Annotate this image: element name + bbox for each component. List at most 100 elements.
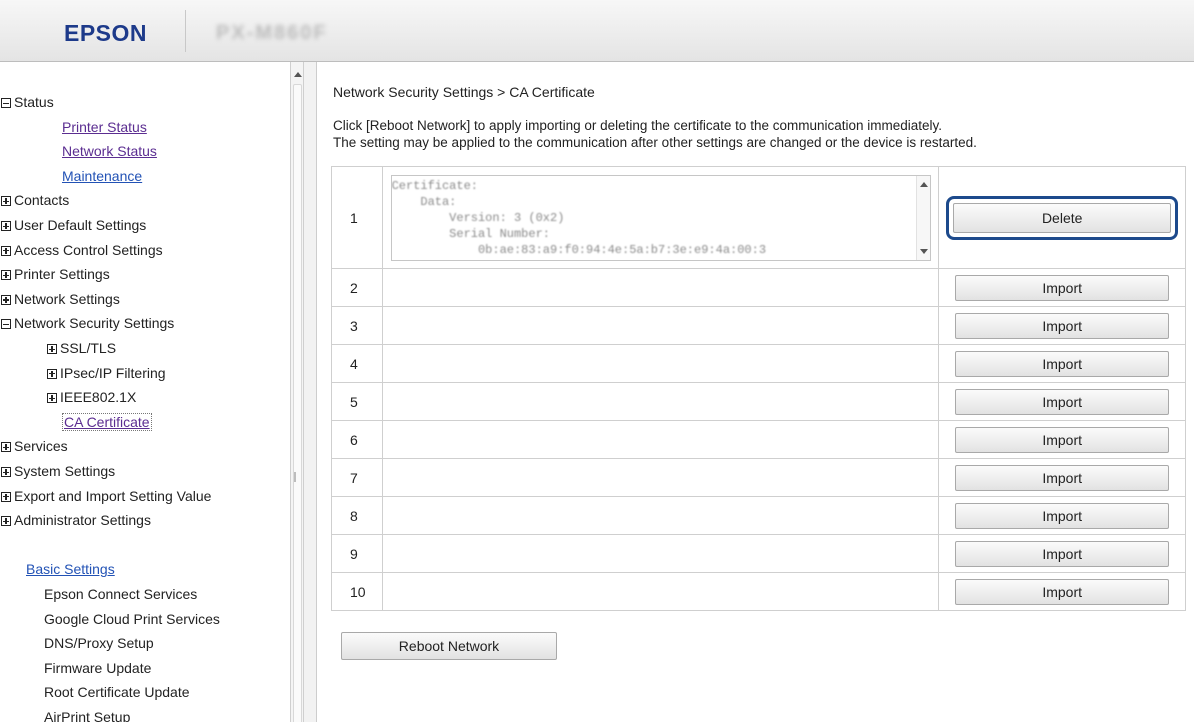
sidebar-item-label: User Default Settings xyxy=(14,217,147,233)
delete-button[interactable]: Delete xyxy=(953,202,1172,233)
sidebar-item[interactable]: Status xyxy=(1,91,54,113)
sidebar-item[interactable]: AirPrint Setup xyxy=(44,706,130,722)
sidebar-item[interactable]: Administrator Settings xyxy=(1,509,151,531)
info-text-line2: The setting may be applied to the commun… xyxy=(333,135,977,150)
sidebar-item[interactable]: Root Certificate Update xyxy=(44,681,190,703)
sidebar-item-label: Maintenance xyxy=(62,167,143,184)
sidebar-item[interactable]: Maintenance xyxy=(62,165,142,187)
certificate-content-cell xyxy=(381,534,940,573)
sidebar-item[interactable]: IPsec/IP Filtering xyxy=(47,362,166,384)
sidebar-item[interactable]: Access Control Settings xyxy=(1,239,163,261)
sidebar-item[interactable]: Epson Connect Services xyxy=(44,583,197,605)
sidebar-item-label: Administrator Settings xyxy=(14,512,151,529)
header-bar: EPSON PX-M860F xyxy=(0,0,1194,62)
expand-icon[interactable] xyxy=(1,245,11,256)
scroll-thumb[interactable] xyxy=(293,84,302,722)
sidebar-item[interactable]: Firmware Update xyxy=(44,657,151,679)
expand-icon[interactable] xyxy=(1,196,11,207)
sidebar-item-label: Printer Status xyxy=(62,118,147,135)
row-number: 1 xyxy=(331,166,383,269)
expand-icon[interactable] xyxy=(47,393,57,404)
certificate-textarea[interactable]: Certificate: Data: Version: 3 (0x2) Seri… xyxy=(390,174,931,261)
sidebar-item[interactable]: DNS/Proxy Setup xyxy=(44,632,154,654)
row-number: 5 xyxy=(331,382,383,421)
import-button[interactable]: Import xyxy=(955,388,1170,415)
row-number: 10 xyxy=(331,572,383,611)
sidebar-item-label: Epson Connect Services xyxy=(44,586,198,602)
main-content: Network Security Settings > CA Certifica… xyxy=(317,62,1194,722)
textarea-scrollbar[interactable] xyxy=(915,175,930,260)
sidebar-item-label: DNS/Proxy Setup xyxy=(44,635,154,652)
sidebar-item[interactable]: Printer Status xyxy=(62,116,147,138)
header-divider xyxy=(185,10,186,52)
action-cell: Import xyxy=(938,306,1186,345)
sidebar-item-label: Basic Settings xyxy=(26,561,115,578)
table-row: 10 Import xyxy=(331,572,1186,611)
expand-icon[interactable] xyxy=(1,294,11,305)
sidebar-item[interactable]: SSL/TLS xyxy=(47,337,116,359)
row-number: 3 xyxy=(331,306,383,345)
sidebar-item[interactable]: System Settings xyxy=(1,460,115,482)
certificate-content-cell xyxy=(381,496,940,535)
sidebar-item-label: Export and Import Setting Value xyxy=(14,487,212,504)
row-number: 4 xyxy=(331,344,383,383)
row-number: 9 xyxy=(331,534,383,573)
sidebar-scrollbar[interactable] xyxy=(290,62,304,722)
sidebar-item-label: Status xyxy=(14,94,54,110)
import-button[interactable]: Import xyxy=(955,502,1170,529)
breadcrumb: Network Security Settings > CA Certifica… xyxy=(333,84,595,100)
sidebar-item[interactable]: Network Settings xyxy=(1,288,120,310)
scroll-down-icon[interactable] xyxy=(919,248,928,254)
expand-icon[interactable] xyxy=(1,491,11,502)
table-row: 9 Import xyxy=(331,534,1186,573)
sidebar-item-label: Network Security Settings xyxy=(14,315,175,332)
expand-icon[interactable] xyxy=(1,270,11,281)
sidebar-item-label: IEEE802.1X xyxy=(60,389,137,406)
sidebar-item[interactable]: Services xyxy=(1,435,68,457)
import-button[interactable]: Import xyxy=(955,312,1170,339)
import-button[interactable]: Import xyxy=(955,350,1170,377)
sidebar-item[interactable]: IEEE802.1X xyxy=(47,386,136,408)
import-button[interactable]: Import xyxy=(955,464,1170,491)
scroll-grip-icon xyxy=(294,472,296,482)
collapse-icon[interactable] xyxy=(1,98,11,108)
collapse-icon[interactable] xyxy=(1,319,11,330)
sidebar-item-label: Network Status xyxy=(62,143,157,160)
sidebar-item[interactable]: Google Cloud Print Services xyxy=(44,608,220,630)
epson-logo: EPSON xyxy=(64,20,148,46)
sidebar-item-label: Services xyxy=(14,438,68,455)
action-cell: Import xyxy=(938,572,1186,611)
expand-icon[interactable] xyxy=(1,442,11,453)
import-button[interactable]: Import xyxy=(955,426,1170,453)
expand-icon[interactable] xyxy=(47,344,57,354)
sidebar-item[interactable]: Export and Import Setting Value xyxy=(1,485,211,507)
sidebar-nav: Status Printer Status Network Status Mainte… xyxy=(0,62,290,722)
expand-icon[interactable] xyxy=(1,221,11,231)
import-button[interactable]: Import xyxy=(955,578,1170,605)
certificate-text: Certificate: Data: Version: 3 (0x2) Seri… xyxy=(391,178,767,257)
table-row: 7 Import xyxy=(331,458,1186,497)
table-row: 1 Certificate: Data: Version: 3 (0x2) Se… xyxy=(331,166,1186,269)
table-row: 5 Import xyxy=(331,382,1186,421)
sidebar-item[interactable]: Printer Settings xyxy=(1,263,110,285)
reboot-network-button[interactable]: Reboot Network xyxy=(341,632,557,660)
expand-icon[interactable] xyxy=(47,368,57,379)
sidebar-item[interactable]: CA Certificate xyxy=(62,411,152,433)
expand-icon[interactable] xyxy=(1,516,11,527)
import-button[interactable]: Import xyxy=(955,274,1170,301)
action-cell: Delete xyxy=(938,166,1186,269)
sidebar-item[interactable]: Network Status xyxy=(62,140,157,162)
import-button[interactable]: Import xyxy=(955,540,1170,567)
scroll-up-icon[interactable] xyxy=(919,181,928,187)
scroll-up-icon[interactable] xyxy=(294,72,302,77)
sidebar-item-label: Access Control Settings xyxy=(14,241,163,258)
frame-divider[interactable] xyxy=(304,62,317,722)
table-row: 3 Import xyxy=(331,306,1186,345)
sidebar-item[interactable]: Contacts xyxy=(1,189,69,211)
expand-icon[interactable] xyxy=(1,467,11,477)
action-cell: Import xyxy=(938,268,1186,307)
sidebar-item[interactable]: Network Security Settings xyxy=(1,312,174,334)
sidebar-item[interactable]: Basic Settings xyxy=(26,558,115,580)
sidebar-item[interactable]: User Default Settings xyxy=(1,214,146,236)
certificate-content-cell xyxy=(381,268,940,307)
